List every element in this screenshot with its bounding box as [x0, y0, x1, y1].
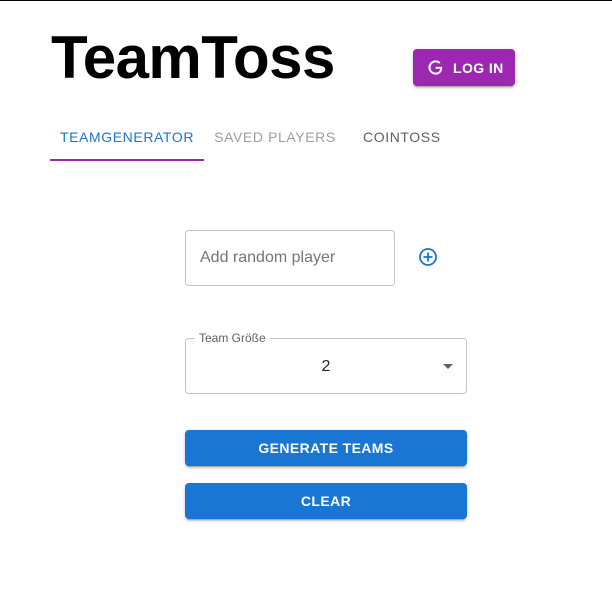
- clear-button[interactable]: CLEAR: [185, 483, 467, 519]
- generate-teams-button[interactable]: GENERATE TEAMS: [185, 430, 467, 466]
- tab-bar: TEAMGENERATOR SAVED PLAYERS COINTOSS: [50, 113, 446, 161]
- team-size-value: 2: [321, 358, 331, 375]
- login-button[interactable]: LOG IN: [413, 49, 515, 86]
- google-icon: [427, 59, 444, 76]
- window-top-border: [0, 0, 612, 1]
- team-size-select[interactable]: Team Größe 2: [185, 331, 467, 394]
- app-title: TeamToss: [51, 24, 335, 91]
- tab-teamgenerator[interactable]: TEAMGENERATOR: [50, 113, 204, 161]
- active-tab-indicator: [50, 159, 204, 161]
- tab-saved-players[interactable]: SAVED PLAYERS: [204, 113, 346, 161]
- login-label: LOG IN: [453, 59, 504, 76]
- plus-circle-icon: [418, 247, 438, 270]
- add-player-button[interactable]: [416, 246, 440, 270]
- add-player-input[interactable]: [185, 230, 395, 286]
- dropdown-arrow-icon: [443, 364, 453, 369]
- tab-cointoss[interactable]: COINTOSS: [346, 113, 446, 161]
